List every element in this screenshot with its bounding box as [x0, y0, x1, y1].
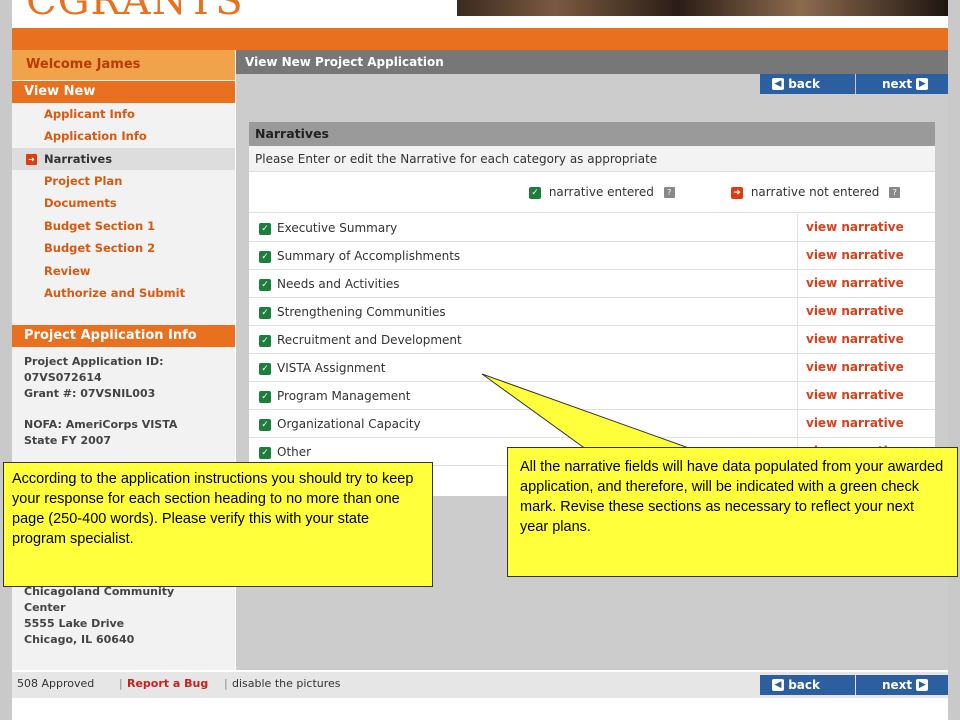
- instruction-callout: According to the application instruction…: [3, 462, 433, 587]
- callout-pointer: [481, 373, 701, 453]
- info-callout: All the narrative fields will have data …: [507, 447, 958, 577]
